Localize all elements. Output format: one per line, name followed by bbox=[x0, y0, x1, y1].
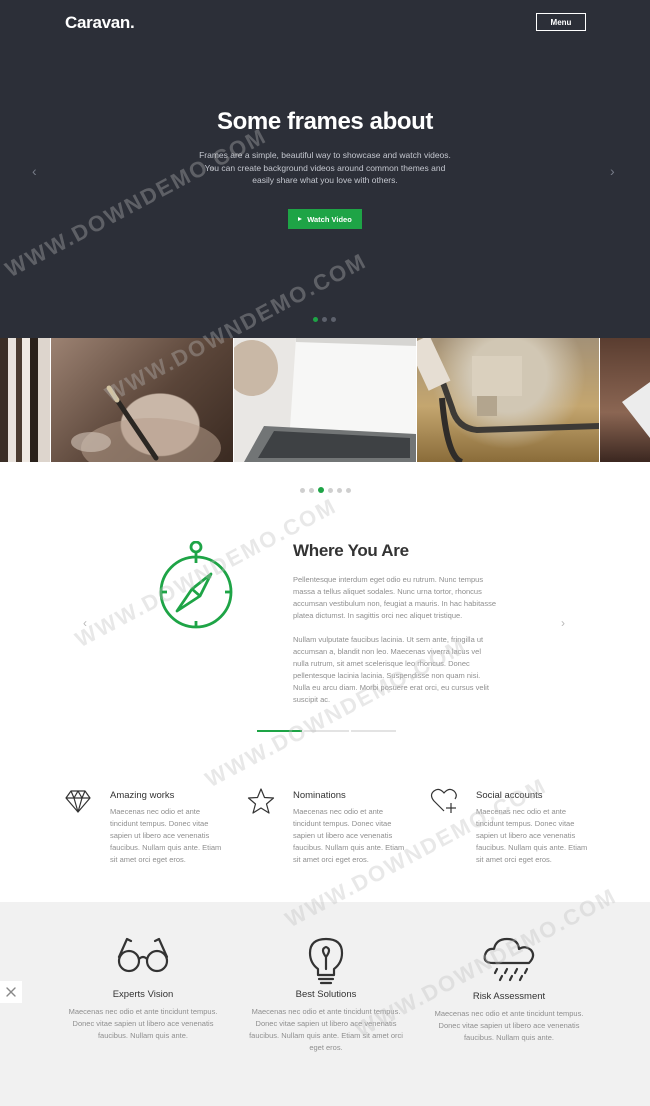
feature-text: Maecenas nec odio et ante tincidunt temp… bbox=[293, 807, 405, 864]
settings-widget[interactable] bbox=[0, 981, 22, 1003]
phone-illustration bbox=[622, 382, 650, 438]
tools-icon bbox=[6, 987, 16, 997]
gallery-photo-3[interactable] bbox=[234, 338, 416, 462]
photo-gallery bbox=[0, 338, 650, 462]
heart-plus-icon bbox=[430, 788, 457, 813]
logo[interactable]: Caravan. bbox=[65, 13, 135, 33]
hero-dot[interactable] bbox=[313, 317, 318, 322]
hero-next-arrow-icon[interactable]: › bbox=[610, 163, 615, 179]
diamond-icon bbox=[65, 790, 91, 813]
gallery-photo-1[interactable] bbox=[0, 338, 50, 462]
hero-dot[interactable] bbox=[331, 317, 336, 322]
service-title: Best Solutions bbox=[295, 989, 357, 1000]
section-title: Where You Are bbox=[293, 541, 409, 560]
gallery-photo-2[interactable] bbox=[51, 338, 233, 462]
compass-icon bbox=[159, 541, 233, 629]
gallery-photo-4[interactable] bbox=[417, 338, 599, 462]
content-tab[interactable] bbox=[351, 730, 396, 732]
slider-dot[interactable] bbox=[318, 487, 324, 493]
slider-pagination bbox=[300, 487, 351, 493]
section-paragraph: Pellentesque interdum eget odio eu rutru… bbox=[293, 575, 497, 620]
hero-section: Caravan. Menu ‹ › Some frames about Fram… bbox=[0, 0, 650, 338]
feature-text: Maecenas nec odio et ante tincidunt temp… bbox=[110, 807, 222, 864]
content-next-arrow-icon[interactable]: › bbox=[561, 616, 565, 630]
slider-dot[interactable] bbox=[300, 487, 305, 493]
lightbulb-icon bbox=[308, 937, 344, 985]
slider-dot[interactable] bbox=[337, 487, 342, 493]
service-experts-vision: Experts Vision Maecenas nec odio et ante… bbox=[63, 935, 223, 1042]
hero-title: Some frames about bbox=[217, 108, 433, 135]
service-title: Experts Vision bbox=[112, 989, 174, 1000]
service-title: Risk Assessment bbox=[472, 991, 546, 1002]
service-text: Maecenas nec odio et ante tincidunt temp… bbox=[434, 1009, 584, 1042]
service-text: Maecenas nec odio et ante tincidunt temp… bbox=[249, 1007, 403, 1052]
slider-dot[interactable] bbox=[346, 487, 351, 493]
hero-prev-arrow-icon[interactable]: ‹ bbox=[32, 163, 37, 179]
star-icon bbox=[247, 788, 275, 814]
glasses-icon bbox=[117, 937, 169, 973]
play-icon bbox=[298, 217, 303, 221]
feature-title: Amazing works bbox=[110, 790, 175, 801]
bicycle-illustration bbox=[417, 338, 599, 462]
hero-description: Frames are a simple, beautiful way to sh… bbox=[199, 150, 451, 185]
pen-illustration bbox=[71, 385, 221, 462]
feature-text: Maecenas nec odio et ante tincidunt temp… bbox=[476, 807, 588, 864]
slider-dot[interactable] bbox=[309, 487, 314, 493]
service-text: Maecenas nec odio et ante tincidunt temp… bbox=[68, 1007, 218, 1040]
content-tab[interactable] bbox=[257, 730, 302, 732]
section-paragraph: Nullam vulputate faucibus lacinia. Ut se… bbox=[293, 635, 489, 704]
feature-title: Social accounts bbox=[476, 790, 543, 801]
content-prev-arrow-icon[interactable]: ‹ bbox=[83, 616, 87, 630]
menu-button[interactable]: Menu bbox=[536, 13, 586, 31]
service-best-solutions: Best Solutions Maecenas nec odio et ante… bbox=[246, 935, 406, 1054]
watch-video-label: Watch Video bbox=[307, 214, 352, 224]
laptop-illustration bbox=[234, 338, 416, 462]
slider-dot[interactable] bbox=[328, 487, 333, 493]
content-tab[interactable] bbox=[304, 730, 349, 732]
rain-cloud-icon bbox=[483, 937, 535, 982]
hero-dot[interactable] bbox=[322, 317, 327, 322]
watch-video-button[interactable]: Watch Video bbox=[288, 209, 362, 229]
gallery-photo-5[interactable] bbox=[600, 338, 650, 462]
content-tabs bbox=[257, 730, 396, 732]
hero-pagination bbox=[313, 317, 336, 322]
feature-title: Nominations bbox=[293, 790, 346, 801]
service-risk-assessment: Risk Assessment Maecenas nec odio et ant… bbox=[429, 935, 589, 1044]
